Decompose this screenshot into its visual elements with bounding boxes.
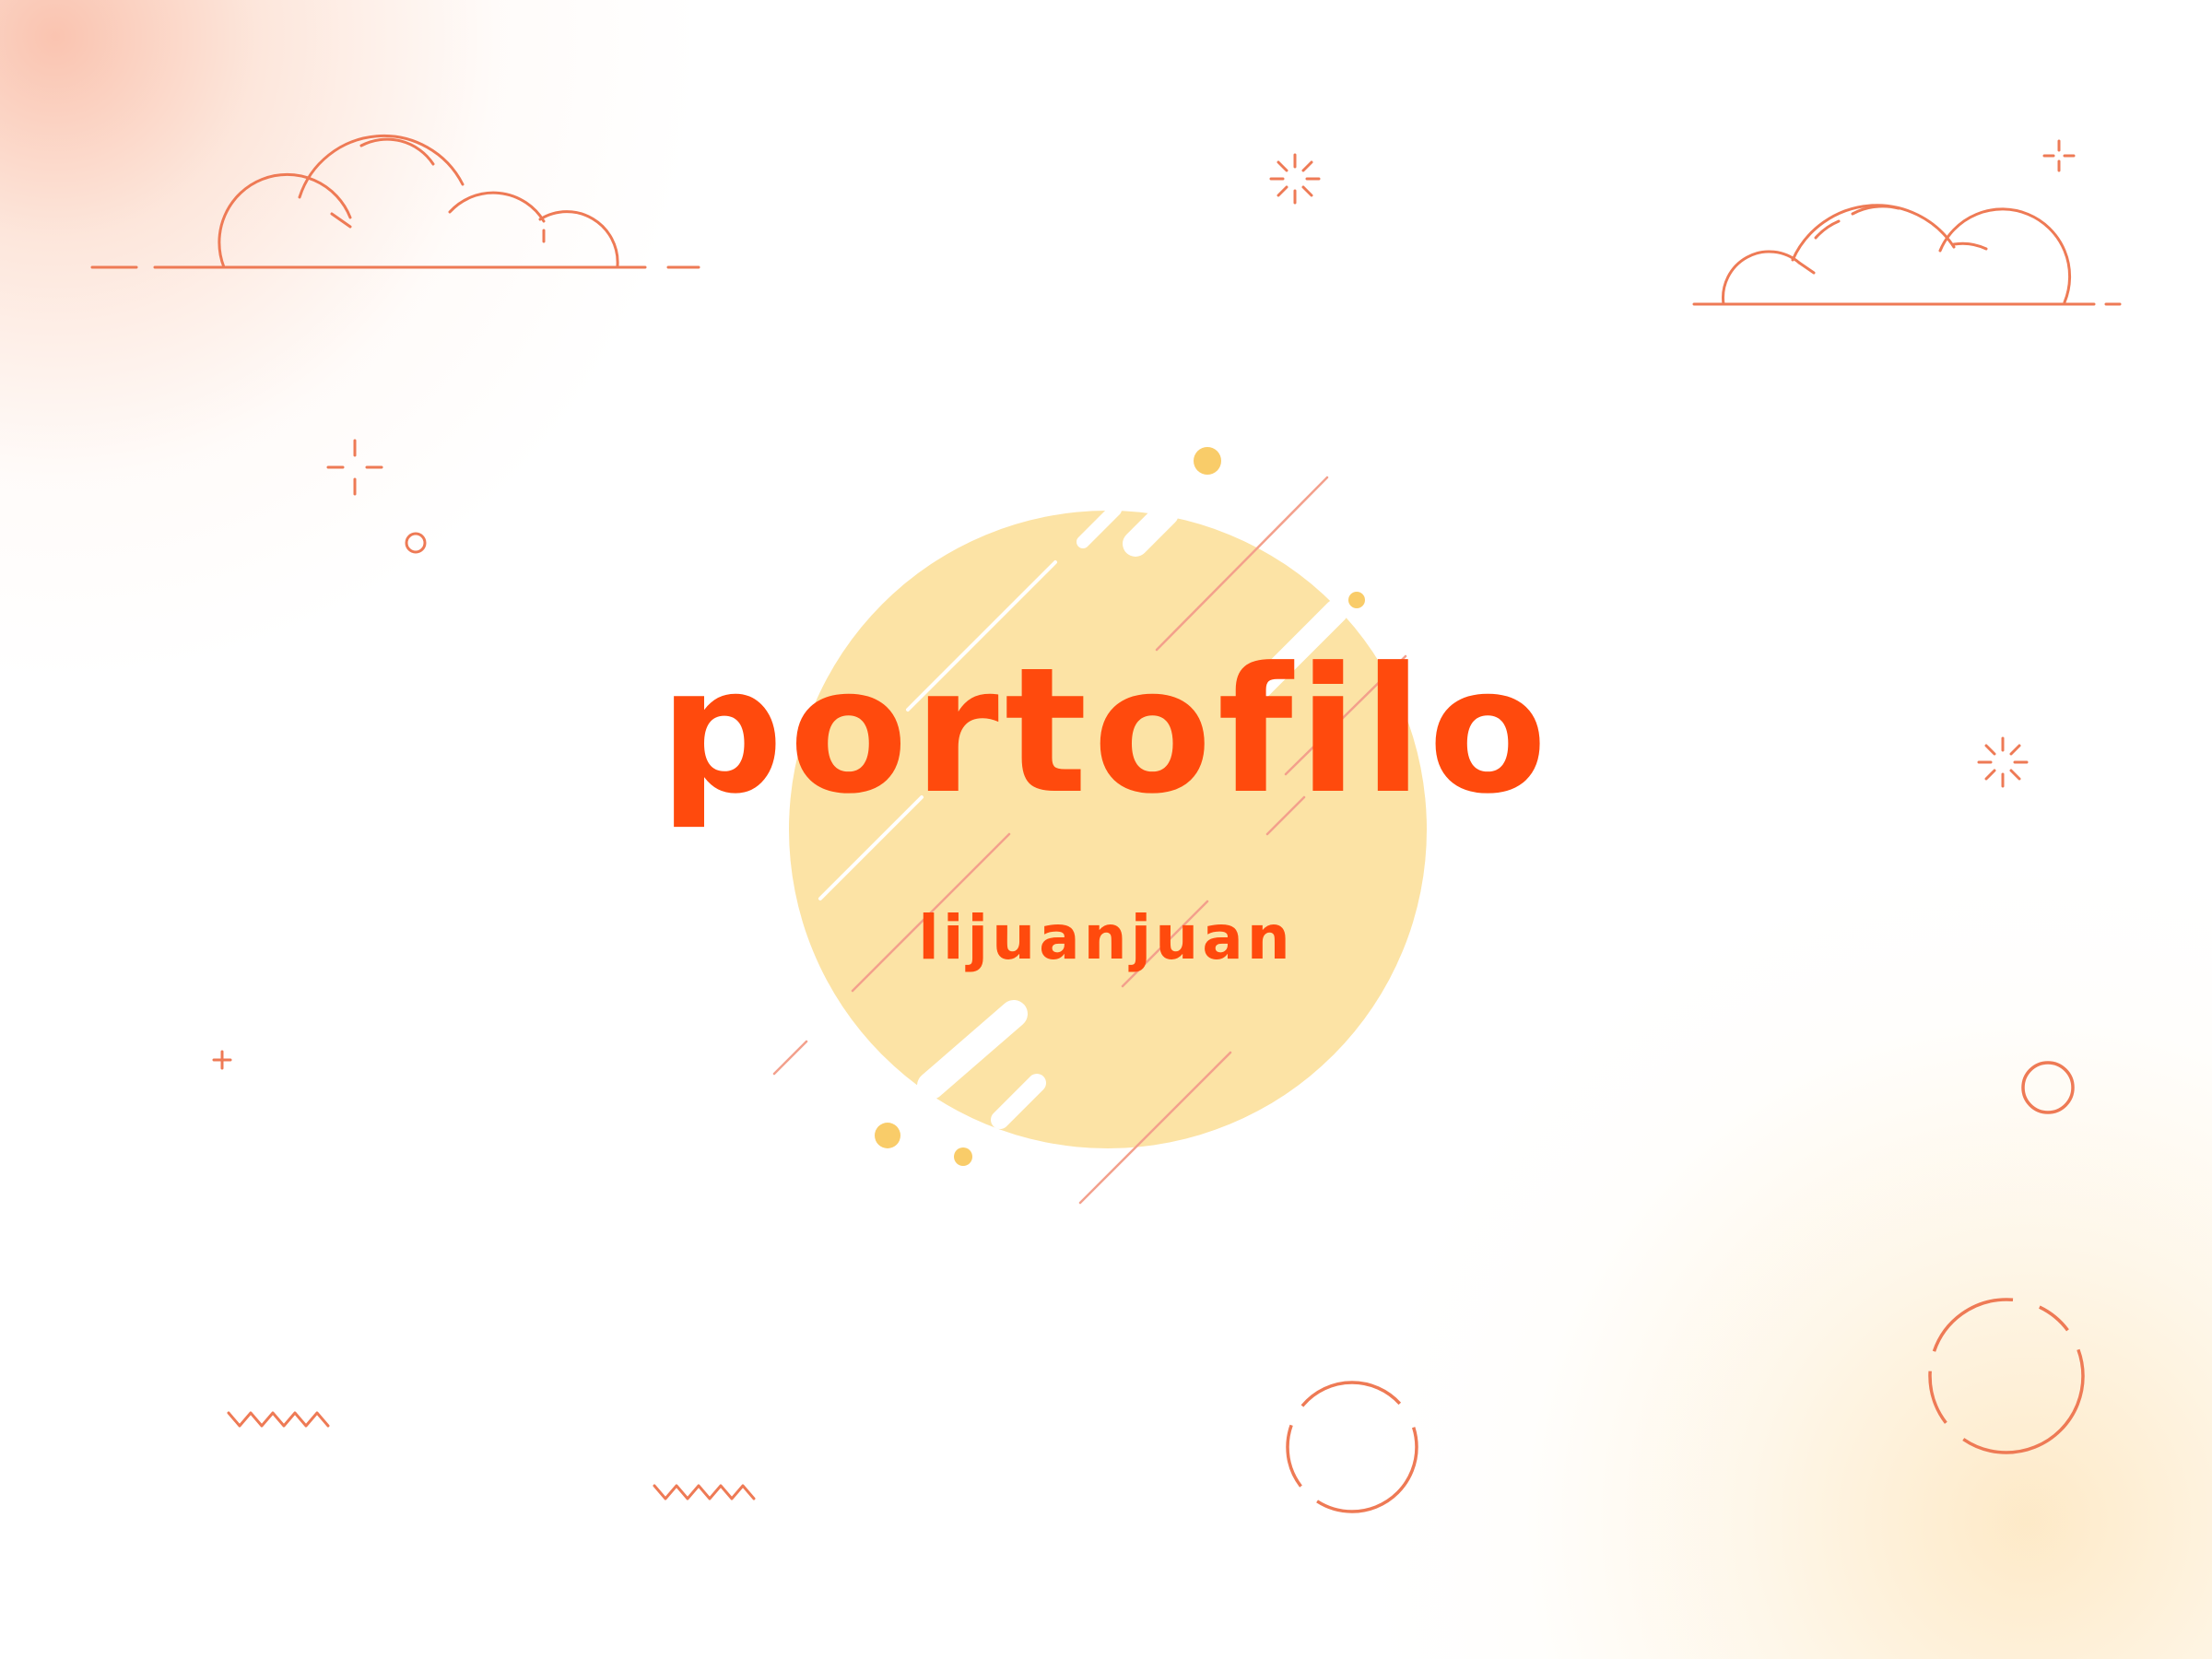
portfolio-cover: portofilo lijuanjuan xyxy=(0,0,2212,1659)
plus-icon xyxy=(212,1050,232,1070)
zigzag-icon xyxy=(653,1484,756,1500)
zigzag-icon xyxy=(227,1411,330,1428)
cloud-icon xyxy=(1692,204,2122,306)
ring-icon xyxy=(405,532,427,554)
sparkle-icon xyxy=(1269,153,1321,205)
plus-icon xyxy=(326,439,383,496)
cover-title: portofilo xyxy=(659,630,1553,832)
plus-icon xyxy=(2042,139,2076,172)
dashed-ring-icon xyxy=(1928,1298,2085,1454)
ring-icon xyxy=(2021,1061,2075,1114)
dashed-ring-icon xyxy=(1286,1381,1418,1513)
cloud-icon xyxy=(90,134,700,269)
cover-subtitle: lijuanjuan xyxy=(918,902,1294,973)
